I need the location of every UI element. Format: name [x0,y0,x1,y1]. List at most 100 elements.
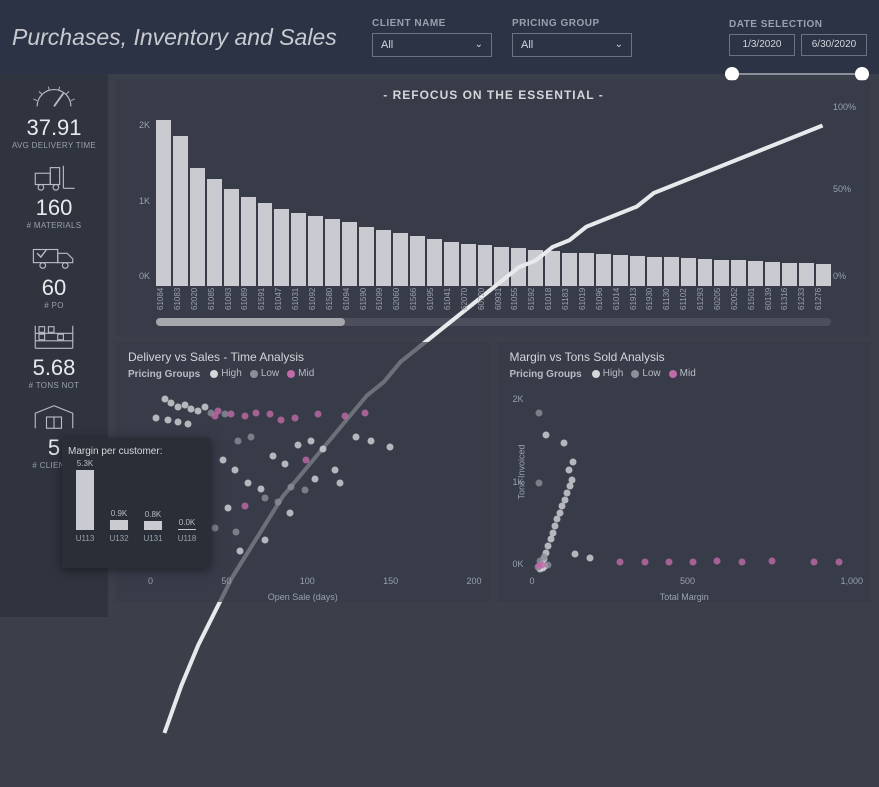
scatter-point[interactable] [565,466,572,473]
scatter-point[interactable] [175,419,182,426]
scatter-point[interactable] [547,536,554,543]
scatter-point[interactable] [228,411,235,418]
pareto-bar[interactable] [630,256,645,286]
pareto-bar[interactable] [714,260,729,286]
pareto-bar[interactable] [427,239,442,286]
date-from[interactable]: 1/3/2020 [729,34,795,56]
scatter-point[interactable] [570,459,577,466]
scatter-point[interactable] [311,476,318,483]
scatter-point[interactable] [564,490,571,497]
scatter-point[interactable] [248,434,255,441]
scatter-point[interactable] [559,503,566,510]
scatter-point[interactable] [211,525,218,532]
scatter-point[interactable] [245,479,252,486]
scatter-point[interactable] [341,413,348,420]
scatter-point[interactable] [235,438,242,445]
pareto-bar[interactable] [478,245,493,286]
scatter-point[interactable] [568,476,575,483]
pareto-bar[interactable] [410,236,425,286]
pareto-bar[interactable] [444,242,459,286]
scatter-point[interactable] [386,443,393,450]
scatter-point[interactable] [315,411,322,418]
scatter-point[interactable] [236,548,243,555]
pareto-bar[interactable] [258,203,273,286]
scatter-point[interactable] [331,466,338,473]
scatter-point[interactable] [278,417,285,424]
scatter-point[interactable] [291,415,298,422]
pareto-bar[interactable] [799,263,814,286]
scatter-point[interactable] [336,479,343,486]
scatter-point[interactable] [270,453,277,460]
legend-item[interactable]: High [210,368,242,379]
pareto-bar[interactable] [376,230,391,286]
slider-handle-from[interactable] [725,67,739,81]
scatter-point[interactable] [261,536,268,543]
scatter-point[interactable] [185,420,192,427]
scatter-point[interactable] [231,466,238,473]
scatter-right-chart[interactable] [530,384,864,574]
pareto-bar[interactable] [528,250,543,286]
pareto-bar[interactable] [782,263,797,286]
pareto-bar[interactable] [613,255,628,286]
pareto-bar[interactable] [308,216,323,286]
scatter-point[interactable] [769,557,776,564]
scatter-point[interactable] [225,504,232,511]
scatter-point[interactable] [308,438,315,445]
pareto-scrollbar[interactable] [156,318,831,326]
scatter-point[interactable] [561,440,568,447]
scatter-point[interactable] [303,457,310,464]
scatter-point[interactable] [258,485,265,492]
scatter-point[interactable] [220,457,227,464]
scatter-point[interactable] [550,529,557,536]
pareto-bar[interactable] [664,257,679,286]
pareto-bar[interactable] [241,197,256,286]
scatter-point[interactable] [241,413,248,420]
scatter-point[interactable] [301,487,308,494]
scatter-point[interactable] [835,559,842,566]
legend-item[interactable]: Low [250,368,279,379]
pareto-bar[interactable] [173,136,188,286]
scatter-point[interactable] [165,417,172,424]
scatter-point[interactable] [535,480,542,487]
scatter-point[interactable] [275,498,282,505]
scatter-point[interactable] [566,483,573,490]
pareto-bar[interactable] [190,168,205,286]
date-to[interactable]: 6/30/2020 [801,34,867,56]
pareto-bar[interactable] [765,262,780,286]
scatter-point[interactable] [536,409,543,416]
scatter-point[interactable] [561,496,568,503]
scatter-point[interactable] [241,502,248,509]
scatter-point[interactable] [320,445,327,452]
pareto-bar[interactable] [291,213,306,286]
scatter-point[interactable] [295,441,302,448]
scatter-point[interactable] [353,434,360,441]
pareto-bar[interactable] [325,219,340,286]
legend-item[interactable]: Mid [669,368,696,379]
scatter-point[interactable] [361,409,368,416]
scatter-point[interactable] [541,553,548,560]
scatter-point[interactable] [195,407,202,414]
scatter-point[interactable] [266,411,273,418]
date-range-slider[interactable] [729,68,865,80]
scatter-point[interactable] [281,460,288,467]
scatter-point[interactable] [690,558,697,565]
scatter-point[interactable] [286,510,293,517]
pareto-bar[interactable] [545,251,560,286]
pareto-bar[interactable] [224,189,239,286]
pareto-bar[interactable] [156,120,171,286]
scatter-point[interactable] [211,413,218,420]
pareto-bar[interactable] [461,244,476,286]
scatter-point[interactable] [571,551,578,558]
scatter-point[interactable] [539,561,546,568]
client-select[interactable]: All ⌄ [372,33,492,57]
scatter-point[interactable] [261,495,268,502]
slider-handle-to[interactable] [855,67,869,81]
scatter-point[interactable] [253,409,260,416]
pareto-chart[interactable]: 0K 1K 2K 0% 50% 100% 6108461083620206108… [128,102,859,330]
scatter-point[interactable] [665,558,672,565]
pareto-bar[interactable] [562,253,577,286]
scatter-point[interactable] [153,415,160,422]
scatter-point[interactable] [368,438,375,445]
scatter-point[interactable] [641,559,648,566]
scrollbar-thumb[interactable] [156,318,345,326]
